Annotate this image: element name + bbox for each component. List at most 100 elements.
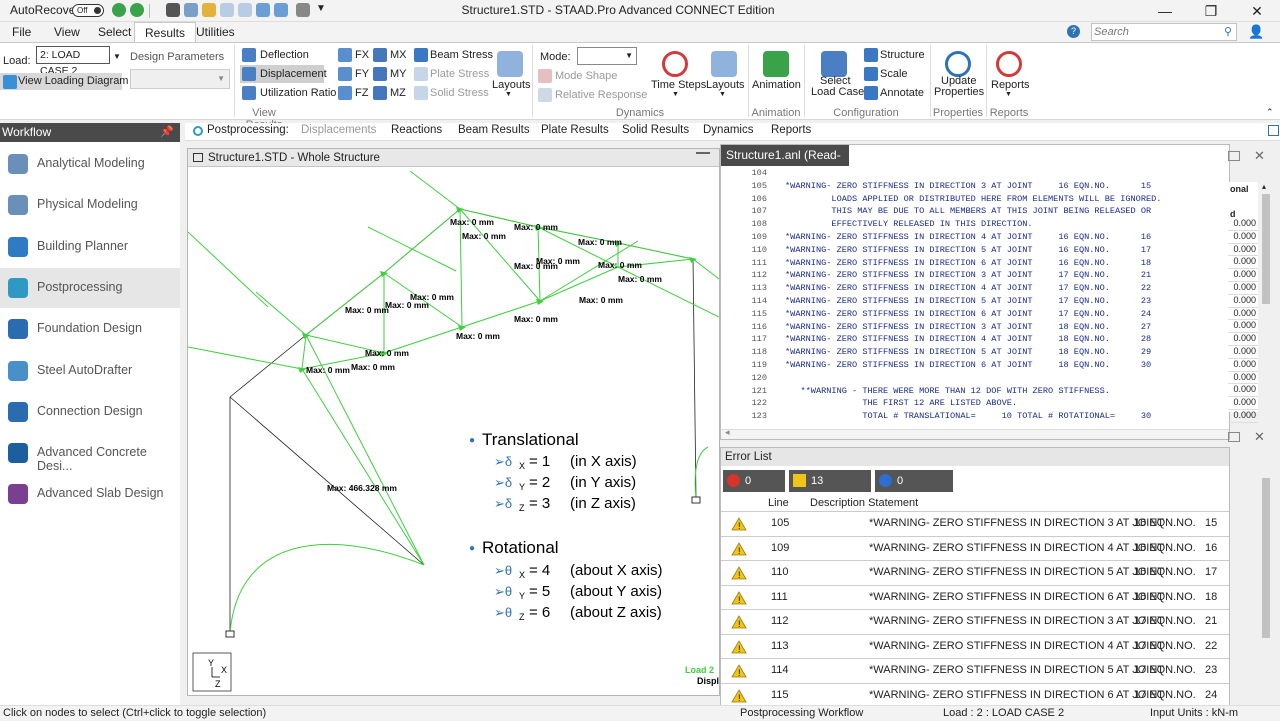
view-title: Structure1.STD - Whole Structure [208,152,380,164]
scroll-thumb[interactable] [1262,194,1270,304]
restore-panel-icon[interactable] [1228,432,1240,442]
fy-button[interactable]: FY [338,65,370,83]
error-row[interactable]: ! 110 *WARNING- ZERO STIFFNESS IN DIRECTIO… [721,561,1229,586]
tab-utilities[interactable]: Utilities [186,22,245,42]
workflow-item[interactable]: Foundation Design [0,309,180,349]
search-icon[interactable]: ⚲ [1224,25,1232,38]
mx-button[interactable]: MX [373,46,409,64]
tab-view[interactable]: View [44,22,90,42]
error-row[interactable]: ! 112 *WARNING- ZERO STIFFNESS IN DIRECTIO… [721,610,1229,635]
my-button[interactable]: MY [373,65,409,83]
select-load-case-button[interactable]: Select Load Case [808,45,864,103]
utilization-ratio-button[interactable]: Utilization Ratio [240,84,336,102]
structure-canvas[interactable]: Max: 0 mm Max: 0 mm Max: 0 mm Max: 0 mm … [188,167,719,695]
anl-horizontal-scrollbar[interactable]: ◂ [721,427,1229,439]
error-row[interactable]: ! 111 *WARNING- ZERO STIFFNESS IN DIRECTIO… [721,586,1229,610]
animation-button[interactable]: Animation [750,45,802,103]
layouts-dynamics-button[interactable]: Layouts ▼ [704,45,745,103]
close-panel-icon[interactable]: ✕ [1254,148,1265,164]
annotate-button[interactable]: Annotate [862,84,926,102]
error-row[interactable]: ! 113 *WARNING- ZERO STIFFNESS IN DIRECTIO… [721,635,1229,659]
line-number: 110 [751,244,767,255]
structure-button[interactable]: Structure [862,46,926,64]
workflow-item[interactable]: Advanced Slab Design [0,474,180,514]
workflow-item[interactable]: Building Planner [0,227,180,267]
chevron-down-icon[interactable]: ▼ [113,52,121,61]
user-icon[interactable]: 👤 [1248,24,1264,40]
relative-response-button[interactable]: Relative Response [538,86,647,104]
minimize-icon[interactable]: — [1142,0,1188,22]
close-panel-icon[interactable]: ✕ [1254,429,1265,445]
mode-shape-button[interactable]: Mode Shape [538,67,638,85]
solid-stress-button[interactable]: Solid Stress [412,84,492,102]
pin-icon[interactable]: 📌 [160,123,174,142]
workflow-item[interactable]: Postprocessing [0,267,180,308]
workflow-item[interactable]: Analytical Modeling [0,144,180,184]
errors-filter-button[interactable]: 0 Errors [723,470,785,509]
svg-text:!: ! [738,570,741,580]
scroll-left-icon[interactable]: ◂ [725,427,730,438]
fz-button[interactable]: FZ [338,84,370,102]
scroll-thumb[interactable] [1262,478,1270,638]
anl-text[interactable]: 104 105 *WARNING- ZERO STIFFNESS IN DIRECT… [721,167,1229,431]
design-parameters-select[interactable]: ▼ [130,69,230,89]
line-text: *WARNING- ZERO STIFFNESS IN DIRECTION 4 … [785,334,1152,345]
load-case-select[interactable]: 2: LOAD CASE 2 [36,46,110,77]
chevron-down-icon[interactable]: ▼ [217,74,225,83]
mode-select[interactable]: ▼ [577,47,637,65]
error-row[interactable]: ! 109 *WARNING- ZERO STIFFNESS IN DIRECTIO… [721,537,1229,561]
error-row[interactable]: ! 114 *WARNING- ZERO STIFFNESS IN DIRECTIO… [721,659,1229,684]
workflow-item-label: Advanced Slab Design [37,486,164,501]
tab-reactions[interactable]: Reactions [391,124,442,136]
arrow-icon: ➢δ [494,454,512,469]
collapse-ribbon-icon[interactable]: ⌃ [1266,107,1274,118]
deflection-button[interactable]: Deflection [240,46,334,64]
tab-file[interactable]: File [2,22,41,42]
workflow-item[interactable]: Advanced Concrete Desi... [0,433,180,473]
workflow-item[interactable]: Connection Design [0,392,180,432]
utilization-ratio-icon [242,86,256,100]
fx-button[interactable]: FX [338,46,370,64]
layouts-button[interactable]: Layouts ▼ [490,45,531,103]
max-label: Max: 0 mm [598,260,642,270]
view-loading-diagram-button[interactable]: View Loading Diagram [0,73,128,90]
tab-displacements[interactable]: Displacements [301,124,376,136]
workflow-item[interactable]: Steel AutoDrafter [0,351,180,391]
ribbon-tabs: File View Select Results Utilities ? ⚲ 👤 [0,22,1280,42]
messages-filter-button[interactable]: 0 Messages [875,470,953,509]
warnings-filter-button[interactable]: 13 Warnings [789,470,871,509]
update-properties-button[interactable]: Update Properties [932,45,984,103]
anl-tab[interactable]: Structure1.anl (Read-only) [721,145,849,183]
close-icon[interactable]: ✕ [1234,0,1280,22]
workflow-item[interactable]: Physical Modeling [0,185,180,225]
restore-panel-icon[interactable] [1228,151,1240,161]
column-description[interactable]: Description Statement [810,497,918,509]
maximize-icon[interactable]: ❐ [1188,0,1234,22]
reports-button[interactable]: Reports ▼ [988,45,1030,103]
column-line[interactable]: Line [768,497,789,509]
error-row[interactable]: ! 105 *WARNING- ZERO STIFFNESS IN DIRECTIO… [721,512,1229,537]
time-steps-button[interactable]: Time Steps ▼ [648,45,706,103]
scale-button[interactable]: Scale [862,65,926,83]
tab-dynamics[interactable]: Dynamics [703,124,753,136]
error-eqn: 18 [1205,590,1218,603]
tab-plate-results[interactable]: Plate Results [541,124,609,136]
tab-solid-results[interactable]: Solid Results [622,124,689,136]
displacement-button[interactable]: Displacement [240,65,327,83]
scroll-up-icon[interactable]: ▴ [1262,182,1266,191]
plate-stress-button[interactable]: Plate Stress [412,65,492,83]
search-input[interactable] [1094,25,1214,39]
help-icon[interactable]: ? [1067,25,1080,38]
grid-scrollbar[interactable]: ▴ [1260,182,1272,412]
beam-stress-button[interactable]: Beam Stress [412,46,493,64]
minimize-view-icon[interactable] [696,152,710,154]
panel-toggle-icon[interactable] [1268,125,1279,136]
search-box[interactable]: ⚲ [1091,23,1237,41]
mz-button[interactable]: MZ [373,84,409,102]
error-scrollbar[interactable] [1260,470,1272,692]
arrow-icon: ➢θ [494,605,512,620]
sub-z: Z [519,503,525,513]
error-joint: 17 EQN.NO. [1134,615,1196,627]
tab-reports[interactable]: Reports [771,124,811,136]
tab-beam-results[interactable]: Beam Results [458,124,530,136]
